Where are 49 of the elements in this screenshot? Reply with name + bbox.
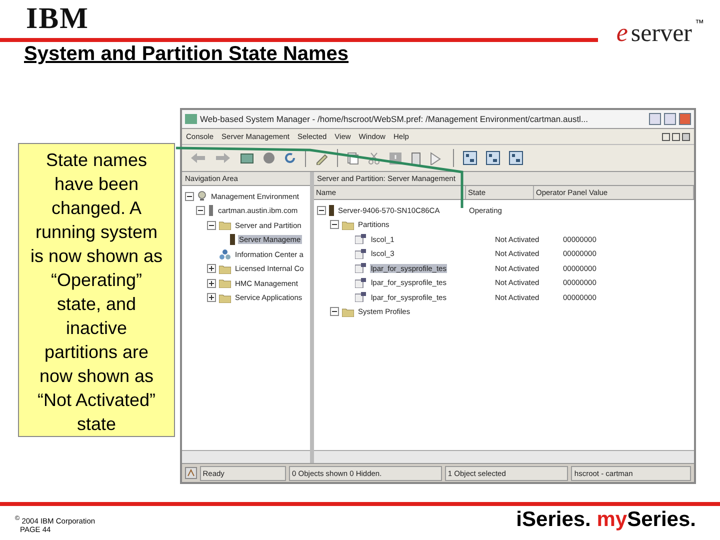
eserver-logo-e: e xyxy=(616,18,628,48)
collapse-toggle-icon[interactable] xyxy=(196,206,205,216)
tower-icon xyxy=(208,205,214,216)
folder-icon xyxy=(219,264,231,274)
stop-icon[interactable] xyxy=(263,152,275,164)
maximize-button[interactable] xyxy=(664,113,676,125)
expand-toggle-icon[interactable] xyxy=(207,278,216,288)
copy-icon[interactable] xyxy=(347,152,359,164)
collapse-toggle-icon[interactable] xyxy=(330,220,339,230)
folder-icon xyxy=(342,220,354,230)
server-icon xyxy=(230,234,235,246)
collapse-toggle-icon[interactable] xyxy=(185,192,194,201)
horizontal-scrollbar[interactable] xyxy=(314,450,694,463)
partition-icon xyxy=(355,248,367,259)
status-icon xyxy=(185,467,197,479)
eserver-logo-text: server xyxy=(630,20,692,48)
slide-title: System and Partition State Names xyxy=(24,43,349,66)
folder-icon xyxy=(219,220,231,230)
collapse-toggle-icon[interactable] xyxy=(317,206,326,215)
app-icon xyxy=(185,114,197,124)
collapse-toggle-icon[interactable] xyxy=(207,220,216,230)
myseries-logo-my: my xyxy=(596,508,628,531)
collapse-toggle-icon[interactable] xyxy=(330,307,339,316)
partition-icon xyxy=(355,263,367,274)
ibm-logo: IBM xyxy=(26,4,89,34)
folder-up-icon[interactable] xyxy=(240,152,254,164)
scissors-icon[interactable] xyxy=(368,152,380,164)
server-icon xyxy=(329,204,334,216)
expand-toggle-icon[interactable] xyxy=(207,293,216,302)
folder-icon xyxy=(219,278,231,288)
iseries-logo-text: iSeries. xyxy=(516,508,591,531)
restore-pane-icon[interactable] xyxy=(662,132,690,140)
trash-icon[interactable] xyxy=(411,151,421,165)
partition-icon xyxy=(355,292,367,302)
myseries-logo-text: Series. xyxy=(627,508,696,531)
partition-icon xyxy=(355,278,367,288)
folder-icon xyxy=(219,292,231,303)
expand-toggle-icon[interactable] xyxy=(207,264,216,274)
minimize-button[interactable] xyxy=(649,113,661,125)
partition-icon xyxy=(355,234,367,244)
pencil-icon[interactable] xyxy=(315,152,328,164)
refresh-icon[interactable] xyxy=(284,152,296,164)
globe-icon xyxy=(197,191,207,202)
network-icon xyxy=(219,248,231,260)
folder-icon xyxy=(342,306,354,317)
trademark-mark: ™ xyxy=(695,18,704,28)
callout-note: State names have been changed. A running system is now shown as “Operating” state, and inactive partitions are now shown as “Not Activated” state xyxy=(18,143,175,437)
horizontal-scrollbar[interactable] xyxy=(182,450,310,463)
window-title: Web-based System Manager - /home/hscroot/WebSM.pref: /Management Environment/cartman.austl... xyxy=(200,114,590,124)
